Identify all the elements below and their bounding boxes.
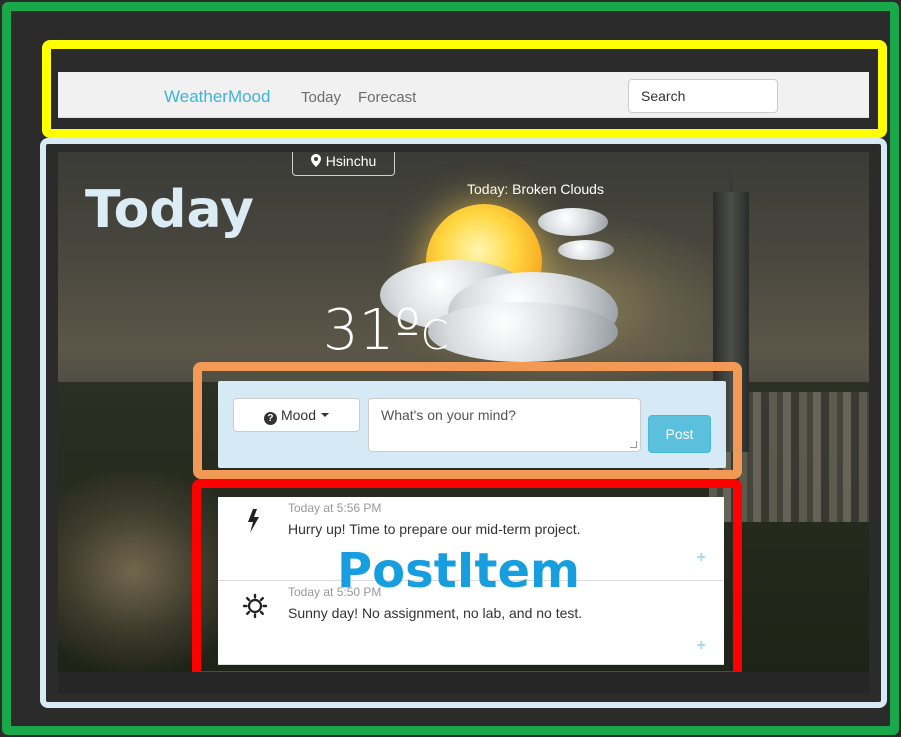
hero-bottom-strip xyxy=(58,672,869,694)
navbar-outline xyxy=(42,40,887,138)
today-annotation-label: Today xyxy=(85,180,254,240)
post-form-outline xyxy=(193,362,742,479)
postitem-annotation-label: PostItem xyxy=(337,543,581,599)
